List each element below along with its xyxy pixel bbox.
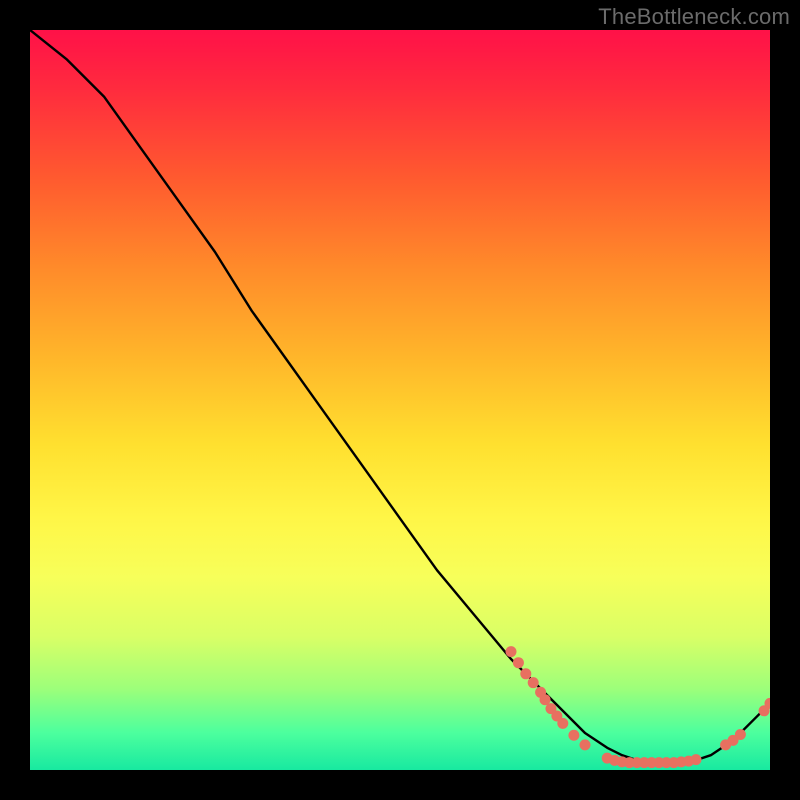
scatter-dot	[580, 739, 591, 750]
scatter-dot	[528, 677, 539, 688]
scatter-dot	[691, 754, 702, 765]
watermark-text: TheBottleneck.com	[598, 4, 790, 30]
scatter-dot	[520, 668, 531, 679]
scatter-dot	[557, 718, 568, 729]
chart-frame: TheBottleneck.com	[0, 0, 800, 800]
scatter-points	[506, 646, 771, 768]
plot-area	[30, 30, 770, 770]
scatter-dot	[568, 730, 579, 741]
scatter-dot	[506, 646, 517, 657]
plot-svg	[30, 30, 770, 770]
scatter-dot	[513, 657, 524, 668]
scatter-dot	[735, 729, 746, 740]
curve-line	[30, 30, 770, 763]
